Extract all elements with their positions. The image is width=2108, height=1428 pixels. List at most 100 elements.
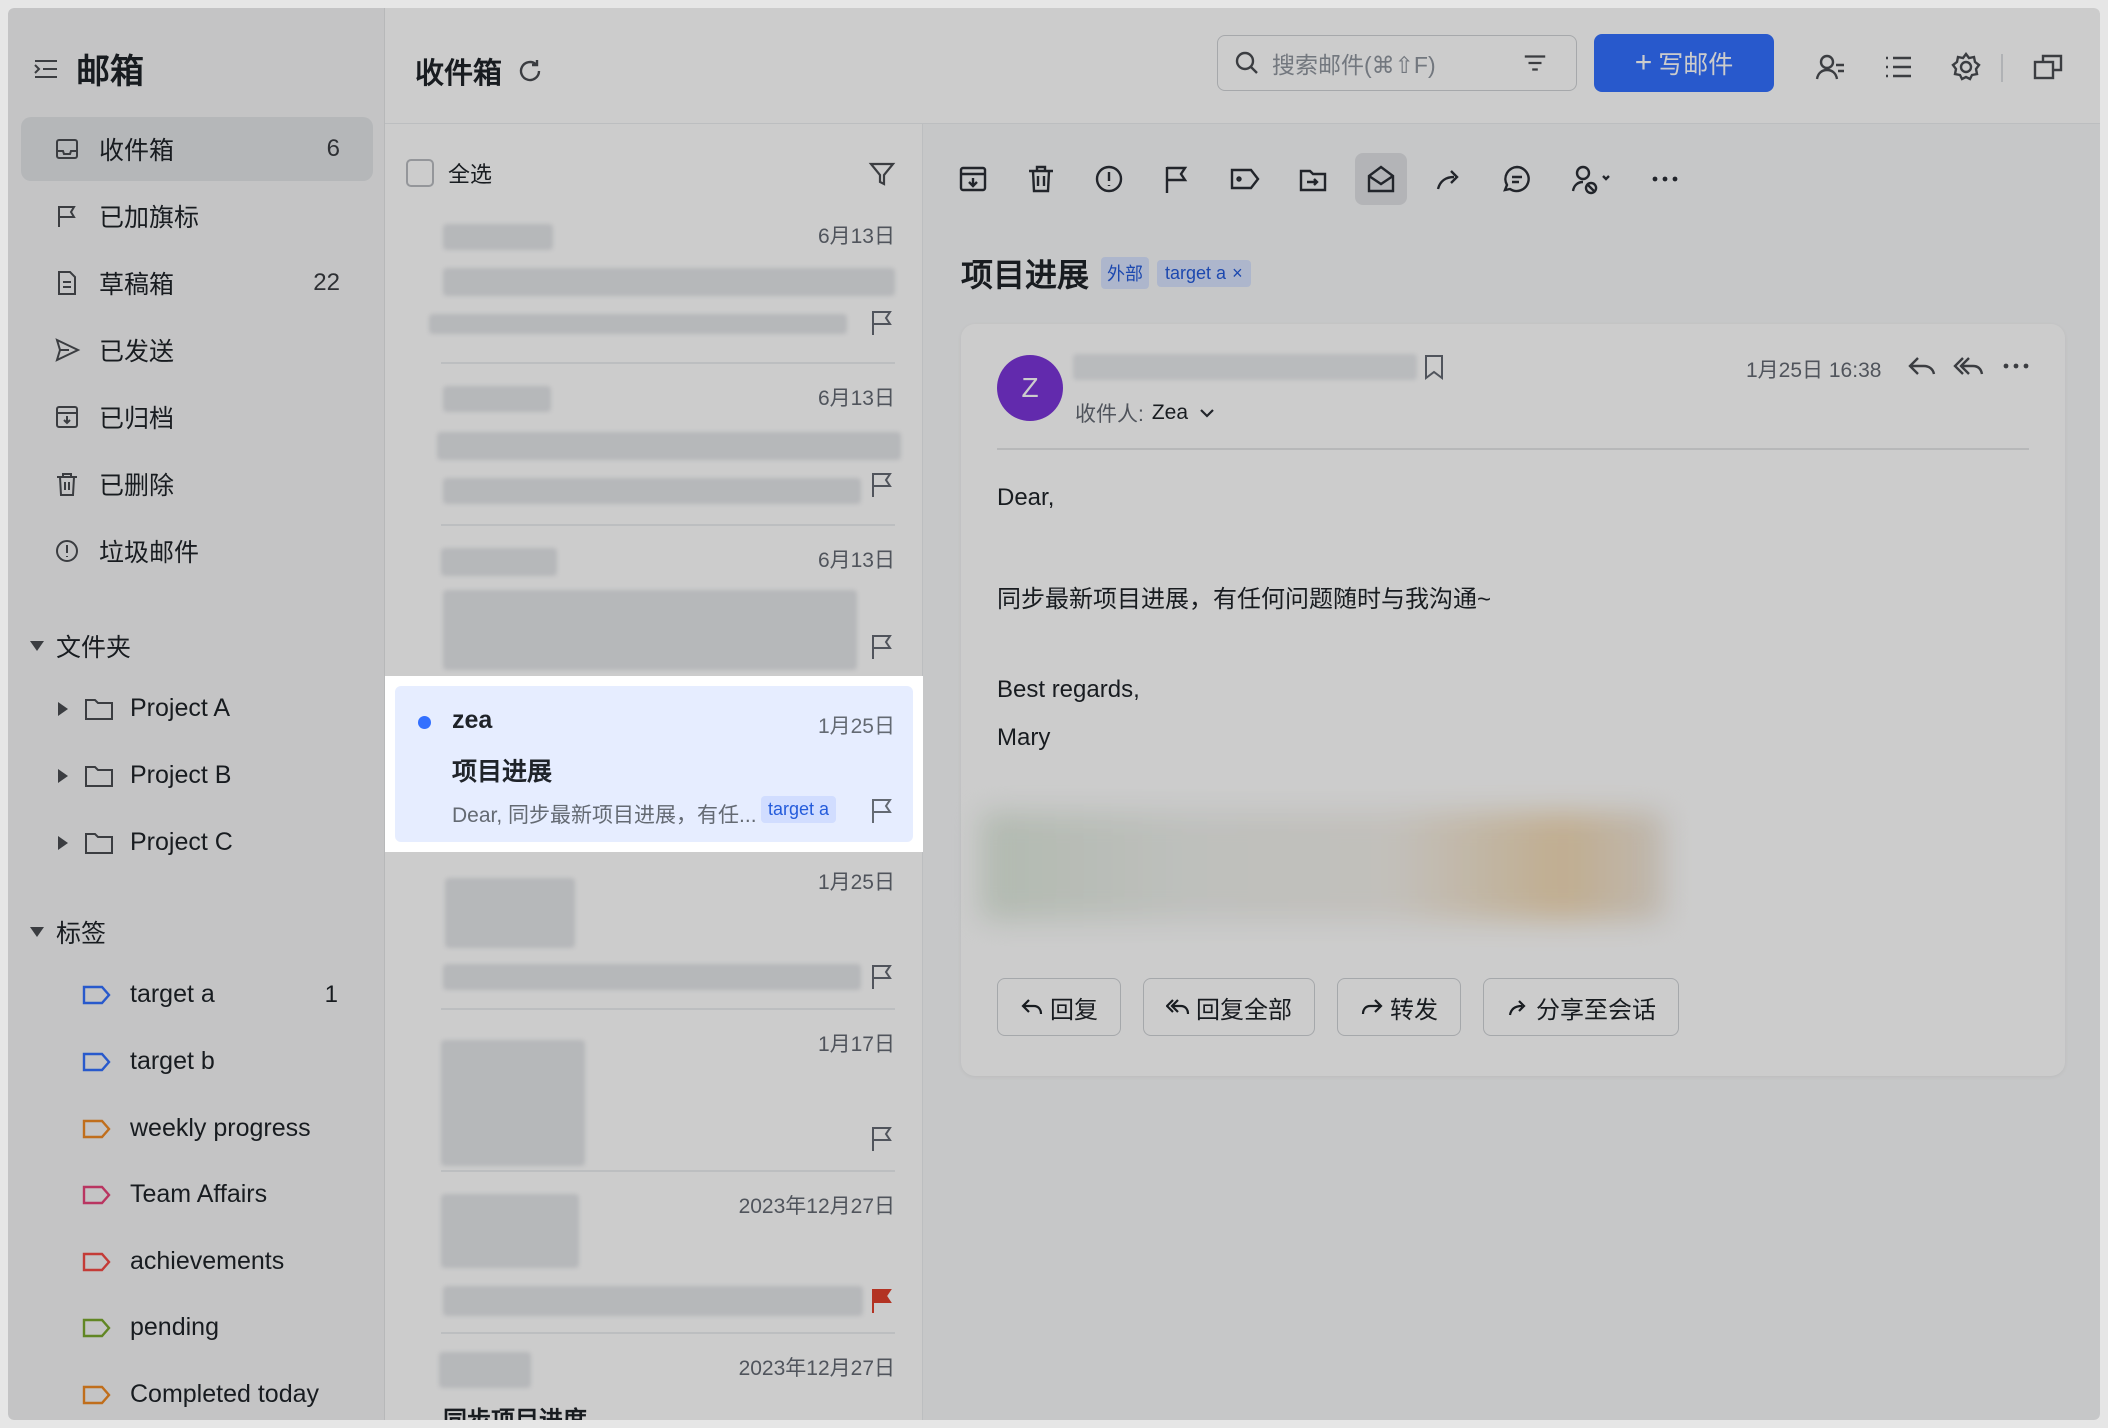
folder-title: 收件箱	[415, 50, 544, 92]
mail-row[interactable]: 1月25日	[385, 866, 922, 1026]
tag-icon	[82, 1252, 111, 1271]
tag-achievements[interactable]: achievements	[82, 1247, 362, 1276]
send-icon	[55, 338, 81, 362]
flag-icon[interactable]	[869, 1124, 895, 1152]
tag-team-affairs[interactable]: Team Affairs	[82, 1180, 362, 1209]
remove-tag-icon[interactable]: ×	[1232, 263, 1243, 284]
sidebar: 邮箱 收件箱 6 已加旗标 草稿箱 22 已发送 已归档 已删除 垃圾邮件 文件…	[8, 8, 385, 1420]
more-horizontal-icon	[1652, 176, 1678, 182]
nav-item-inbox[interactable]: 收件箱 6	[21, 117, 373, 181]
mail-row[interactable]: 1月17日	[385, 1028, 922, 1188]
flag-icon[interactable]	[869, 796, 895, 824]
avatar[interactable]: Z	[997, 355, 1063, 421]
nav-item-deleted[interactable]: 已删除	[21, 452, 373, 516]
nav-item-archived[interactable]: 已归档	[21, 385, 373, 449]
archive-button[interactable]	[947, 153, 999, 205]
reply-label: 回复	[1050, 996, 1098, 1024]
select-all-checkbox[interactable]	[406, 159, 434, 187]
collapse-sidebar-icon[interactable]	[32, 55, 60, 83]
tag-icon	[82, 1052, 111, 1071]
nav-item-drafts[interactable]: 草稿箱 22	[21, 251, 373, 315]
tag-chip-label: target a	[1165, 262, 1227, 283]
tag-completed-today[interactable]: Completed today	[82, 1380, 362, 1409]
flag-icon[interactable]	[869, 470, 895, 498]
reply-icon[interactable]	[1906, 350, 1938, 382]
compose-button[interactable]: + 写邮件	[1594, 34, 1774, 92]
tag-icon	[1230, 168, 1260, 190]
redacted-subject	[437, 432, 901, 460]
settings-gear-icon[interactable]	[1950, 51, 1982, 83]
delete-button[interactable]	[1015, 153, 1067, 205]
refresh-icon[interactable]	[516, 57, 544, 85]
share-button[interactable]	[1423, 153, 1475, 205]
list-filter-icon[interactable]	[868, 160, 896, 188]
flag-icon[interactable]	[869, 632, 895, 660]
folder-icon	[85, 832, 113, 854]
selected-mail-row[interactable]: zea 1月25日 项目进展 Dear, 同步最新项目进展，有任... targ…	[385, 676, 923, 852]
nav-label: 收件箱	[99, 137, 175, 165]
folder-project-c[interactable]: Project C	[58, 828, 233, 857]
flag-icon[interactable]	[869, 962, 895, 990]
tag-icon	[82, 1318, 111, 1337]
mail-row[interactable]: 2023年12月27日 同步项目进度	[385, 1352, 922, 1420]
share-to-chat-button[interactable]: 分享至会话	[1483, 978, 1679, 1036]
folder-project-b[interactable]: Project B	[58, 761, 231, 790]
flagged-icon[interactable]	[869, 1286, 895, 1314]
chevron-down-icon[interactable]	[1196, 402, 1218, 424]
selected-row-background: zea 1月25日 项目进展 Dear, 同步最新项目进展，有任... targ…	[395, 686, 913, 842]
search-filter-icon[interactable]	[1522, 50, 1548, 76]
mark-unread-button[interactable]	[1355, 153, 1407, 205]
reply-all-icon[interactable]	[1953, 350, 1985, 382]
select-all-row[interactable]: 全选	[406, 157, 492, 189]
nav-item-flagged[interactable]: 已加旗标	[21, 184, 373, 248]
message-subject-line: 项目进展 外部 target a ×	[961, 250, 1251, 296]
more-actions-button[interactable]	[1639, 153, 1691, 205]
search-input[interactable]: 搜索邮件(⌘⇧F)	[1217, 35, 1577, 91]
folders-section-toggle[interactable]: 文件夹	[30, 628, 131, 664]
label-button[interactable]	[1219, 153, 1271, 205]
reading-pane: 项目进展 外部 target a × Z 收件人: Zea 1月25日 16:3…	[923, 124, 2100, 1420]
message-toolbar	[947, 152, 1707, 206]
reply-all-button[interactable]: 回复全部	[1143, 978, 1315, 1036]
contacts-icon[interactable]	[1814, 51, 1846, 83]
flag-button[interactable]	[1151, 153, 1203, 205]
bookmark-icon[interactable]	[1421, 353, 1447, 381]
folder-project-a[interactable]: Project A	[58, 694, 230, 723]
mail-row[interactable]: 2023年12月27日	[385, 1190, 922, 1350]
tag-target-b[interactable]: target b	[82, 1047, 362, 1076]
redacted-sender	[443, 224, 553, 250]
nav-item-sent[interactable]: 已发送	[21, 318, 373, 382]
tag-icon	[82, 1119, 111, 1138]
tag-target-a[interactable]: target a 1	[82, 980, 362, 1009]
tag-weekly-progress[interactable]: weekly progress	[82, 1114, 362, 1143]
forward-button[interactable]: 转发	[1337, 978, 1461, 1036]
expand-down-icon	[30, 927, 44, 937]
mail-app: 邮箱 收件箱 6 已加旗标 草稿箱 22 已发送 已归档 已删除 垃圾邮件 文件…	[8, 8, 2100, 1420]
report-spam-button[interactable]	[1083, 153, 1135, 205]
block-sender-menu[interactable]	[1559, 153, 1623, 205]
mail-row[interactable]: 6月13日	[385, 220, 922, 380]
tag-icon	[82, 985, 111, 1004]
tag-pending[interactable]: pending	[82, 1313, 362, 1342]
reply-button[interactable]: 回复	[997, 978, 1121, 1036]
mail-date: 2023年12月27日	[738, 1357, 895, 1380]
tags-section-toggle[interactable]: 标签	[30, 914, 106, 950]
expand-right-icon[interactable]	[58, 835, 68, 850]
more-horizontal-icon[interactable]	[2000, 350, 2032, 382]
redacted-preview	[443, 1286, 863, 1316]
folder-icon	[85, 698, 113, 720]
list-view-icon[interactable]	[1882, 51, 1914, 83]
flag-icon[interactable]	[869, 308, 895, 336]
comment-button[interactable]	[1491, 153, 1543, 205]
mail-row[interactable]: 6月13日	[385, 382, 922, 542]
move-to-folder-icon	[1299, 169, 1327, 192]
expand-right-icon[interactable]	[58, 768, 68, 783]
archive-icon	[959, 166, 987, 192]
nav-item-spam[interactable]: 垃圾邮件	[21, 519, 373, 583]
new-window-icon[interactable]	[2032, 51, 2064, 83]
expand-right-icon[interactable]	[58, 701, 68, 716]
mail-date: 1月25日	[817, 871, 895, 894]
recipients-line[interactable]: 收件人: Zea	[1075, 398, 1218, 428]
move-button[interactable]	[1287, 153, 1339, 205]
folder-icon	[85, 765, 113, 787]
